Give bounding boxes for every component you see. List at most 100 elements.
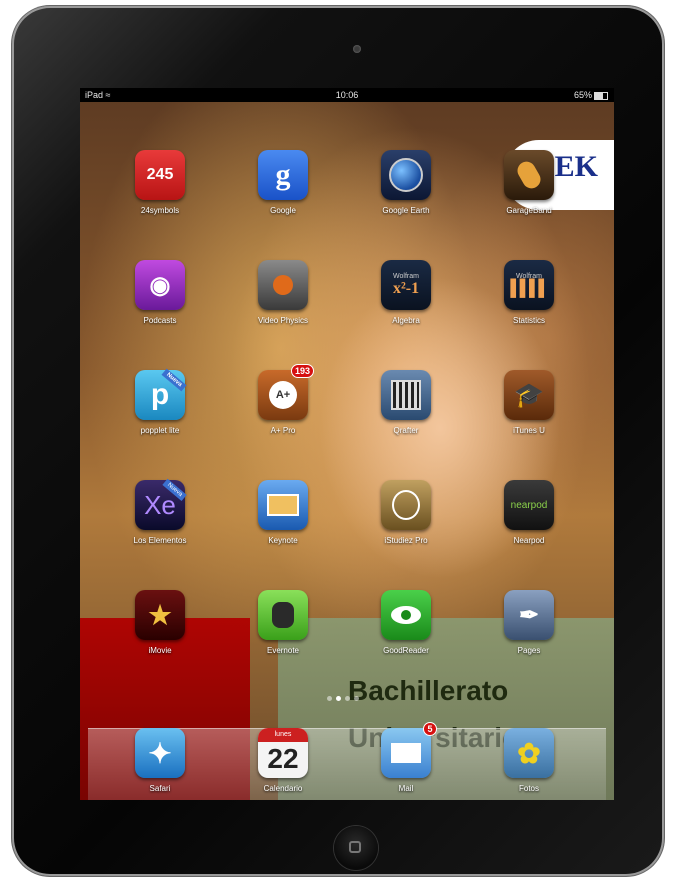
dock-app-fotos[interactable]: ✿ Fotos <box>479 728 579 793</box>
qr-code-icon <box>391 380 421 410</box>
app-label: Video Physics <box>257 316 309 325</box>
qrafter-icon <box>381 370 431 420</box>
page-dot-active <box>336 696 341 701</box>
app-podcasts[interactable]: ◉ Podcasts <box>110 260 210 325</box>
app-label: Google <box>270 206 296 215</box>
graduation-cap-icon: 🎓 <box>504 370 554 420</box>
elementos-icon: Xe Nueva <box>135 478 187 530</box>
app-evernote[interactable]: Evernote <box>233 590 333 655</box>
guitar-icon <box>514 158 544 192</box>
page-dot <box>345 696 350 701</box>
app-label: Mail <box>398 784 414 793</box>
app-label: Podcasts <box>143 316 177 325</box>
podcasts-icon: ◉ <box>135 260 185 310</box>
app-algebra[interactable]: Wolfram x²-1 Algebra <box>356 260 456 325</box>
podium-icon <box>267 494 299 516</box>
goodreader-icon <box>381 590 431 640</box>
eye-icon <box>391 606 421 624</box>
keynote-icon <box>258 480 308 530</box>
app-keynote[interactable]: Keynote <box>233 480 333 545</box>
app-label: A+ Pro <box>270 426 296 435</box>
nearpod-icon: nearpod <box>504 480 554 530</box>
compass-icon: ✦ <box>135 728 185 778</box>
app-label: popplet lite <box>140 426 180 435</box>
google-earth-icon <box>381 150 431 200</box>
app-qrafter[interactable]: Qrafter <box>356 370 456 435</box>
notification-badge: 193 <box>290 364 314 378</box>
home-button-icon <box>349 841 361 853</box>
home-button[interactable] <box>334 826 378 870</box>
garageband-icon <box>504 150 554 200</box>
front-camera <box>353 45 361 53</box>
app-statistics[interactable]: Wolfram ▌▌▌▌ Statistics <box>479 260 579 325</box>
dock-app-mail[interactable]: 5 Mail <box>356 722 456 793</box>
app-label: 24symbols <box>140 206 180 215</box>
home-screen: EK Bachillerato Universitario iPad ≈ 10:… <box>80 88 614 800</box>
istudiez-icon <box>381 480 431 530</box>
page-dot <box>327 696 332 701</box>
algebra-formula: x²-1 <box>392 279 420 297</box>
app-pages[interactable]: ✒ Pages <box>479 590 579 655</box>
app-label: Safari <box>149 784 171 793</box>
app-label: iTunes U <box>513 426 545 435</box>
calendar-date: 22 <box>267 743 299 774</box>
apple-outline-icon <box>392 490 420 520</box>
elementos-symbol: Xe <box>144 489 176 520</box>
page-dot <box>354 696 359 701</box>
app-label: GarageBand <box>506 206 552 215</box>
a-plus-badge-icon: A+ <box>269 381 297 409</box>
app-label: Pages <box>517 646 541 655</box>
app-label: Qrafter <box>393 426 419 435</box>
bar-chart-icon: ▌▌▌▌ <box>510 279 549 297</box>
app-imovie[interactable]: ★ iMovie <box>110 590 210 655</box>
globe-icon <box>389 158 423 192</box>
app-garageband[interactable]: GarageBand <box>479 150 579 215</box>
app-itunes-u[interactable]: 🎓 iTunes U <box>479 370 579 435</box>
app-los-elementos[interactable]: Xe Nueva Los Elementos <box>110 478 210 545</box>
dock-app-safari[interactable]: ✦ Safari <box>110 728 210 793</box>
algebra-icon: Wolfram x²-1 <box>381 260 431 310</box>
calendar-icon: lunes 22 <box>258 728 308 778</box>
app-label: Evernote <box>266 646 300 655</box>
app-video-physics[interactable]: Video Physics <box>233 260 333 325</box>
evernote-icon <box>258 590 308 640</box>
app-popplet-lite[interactable]: p Nueva popplet lite <box>110 368 210 435</box>
app-label: iStudiez Pro <box>384 536 428 545</box>
dock-app-calendario[interactable]: lunes 22 Calendario <box>233 728 333 793</box>
google-icon: g <box>258 150 308 200</box>
popplet-icon: p Nueva <box>135 368 187 420</box>
a-plus-pro-icon: A+ 193 <box>258 364 314 420</box>
mail-icon: 5 <box>381 722 437 778</box>
app-label: Statistics <box>512 316 545 325</box>
envelope-icon <box>391 743 421 763</box>
wolfram-brand: Wolfram <box>393 272 419 280</box>
app-google[interactable]: g Google <box>233 150 333 215</box>
app-a-plus-pro[interactable]: A+ 193 A+ Pro <box>233 364 333 435</box>
app-label: Google Earth <box>382 206 430 215</box>
app-label: GoodReader <box>383 646 429 655</box>
elephant-icon <box>272 602 294 628</box>
wolfram-brand: Wolfram <box>516 272 542 280</box>
statistics-icon: Wolfram ▌▌▌▌ <box>504 260 554 310</box>
page-indicator[interactable] <box>327 688 363 706</box>
app-nearpod[interactable]: nearpod Nearpod <box>479 480 579 545</box>
app-google-earth[interactable]: Google Earth <box>356 150 456 215</box>
basketball-icon <box>273 275 293 295</box>
app-label: Keynote <box>268 536 298 545</box>
app-label: Fotos <box>518 784 539 793</box>
app-goodreader[interactable]: GoodReader <box>356 590 456 655</box>
pen-nib-icon: ✒ <box>504 590 554 640</box>
app-label: iMovie <box>148 646 172 655</box>
app-label: Algebra <box>392 316 420 325</box>
imovie-star-icon: ★ <box>135 590 185 640</box>
sunflower-icon: ✿ <box>504 728 554 778</box>
24symbols-icon: 245 <box>135 150 185 200</box>
app-label: Los Elementos <box>133 536 187 545</box>
app-istudiez-pro[interactable]: iStudiez Pro <box>356 480 456 545</box>
app-label: Calendario <box>263 784 303 793</box>
app-label: Nearpod <box>513 536 545 545</box>
popplet-letter: p <box>150 378 170 411</box>
app-24symbols[interactable]: 245 24symbols <box>110 150 210 215</box>
notification-badge: 5 <box>423 722 437 736</box>
video-physics-icon <box>258 260 308 310</box>
